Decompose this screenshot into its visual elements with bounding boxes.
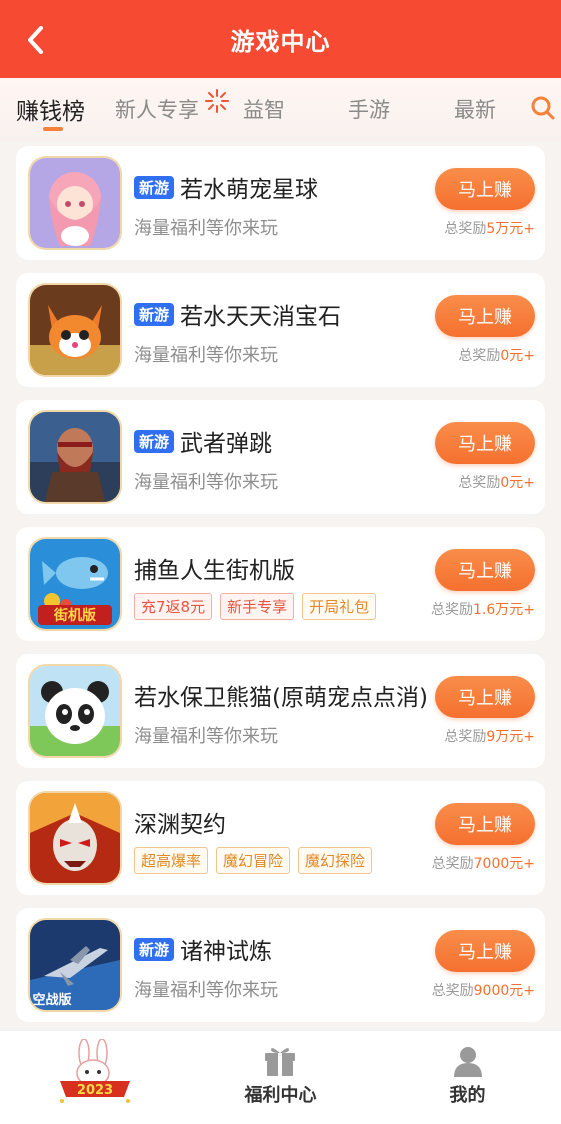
earn-now-button[interactable]: 马上赚 <box>435 930 535 972</box>
tab-mobile-games[interactable]: 手游 <box>348 94 390 124</box>
earn-now-button[interactable]: 马上赚 <box>435 803 535 845</box>
game-title: 深渊契约 <box>134 812 226 838</box>
game-title: 武者弹跳 <box>180 431 273 457</box>
tag: 开局礼包 <box>302 593 377 620</box>
svg-text:2023: 2023 <box>77 1083 113 1098</box>
game-title: 若水萌宠星球 <box>180 177 319 203</box>
game-icon-warrior <box>30 412 120 502</box>
game-title: 诸神试炼 <box>180 939 273 965</box>
game-title: 若水天天消宝石 <box>180 304 342 330</box>
search-icon[interactable] <box>530 95 556 121</box>
nav-item-profile[interactable]: 我的 <box>374 1031 561 1124</box>
total-reward: 总奖励0元+ <box>458 475 535 491</box>
tag: 魔幻探险 <box>298 847 373 874</box>
game-title: 捕鱼人生街机版 <box>134 558 295 584</box>
tab-earn-ranking[interactable]: 赚钱榜 <box>16 92 85 126</box>
svg-text:空战版: 空战版 <box>32 992 71 1008</box>
game-icon-jet: 空战版 <box>30 920 120 1010</box>
game-subtitle: 海量福利等你来玩 <box>134 980 278 1001</box>
game-card[interactable]: 新游 武者弹跳 海量福利等你来玩 马上赚 总奖励0元+ <box>16 400 545 514</box>
total-reward: 总奖励7000元+ <box>431 856 535 872</box>
tab-latest[interactable]: 最新 <box>454 94 496 124</box>
game-title: 若水保卫熊猫(原萌宠点点消) <box>134 685 428 711</box>
game-subtitle: 海量福利等你来玩 <box>134 218 278 239</box>
category-tabs: 赚钱榜 新人专享 益智 手游 最新 <box>0 78 561 142</box>
tab-newcomer[interactable]: 新人专享 <box>115 94 199 124</box>
total-reward: 总奖励5万元+ <box>444 221 535 237</box>
earn-now-button[interactable]: 马上赚 <box>435 676 535 718</box>
game-icon-fishing: 街机版 <box>30 539 120 629</box>
total-reward: 总奖励1.6万元+ <box>431 602 535 618</box>
tab-puzzle[interactable]: 益智 <box>243 94 285 124</box>
bottom-nav: 2023 福利中心 我的 <box>0 1030 561 1124</box>
gift-icon <box>265 1048 295 1076</box>
rabbit-2023-icon: 2023 <box>60 1039 130 1103</box>
earn-now-button[interactable]: 马上赚 <box>435 549 535 591</box>
new-game-badge: 新游 <box>134 302 175 326</box>
back-arrow-icon <box>28 26 43 54</box>
game-subtitle: 海量福利等你来玩 <box>134 472 278 493</box>
earn-now-button[interactable]: 马上赚 <box>435 422 535 464</box>
new-game-badge: 新游 <box>134 429 175 453</box>
tag: 充7返8元 <box>134 593 213 620</box>
game-card[interactable]: 新游 若水天天消宝石 海量福利等你来玩 马上赚 总奖励0元+ <box>16 273 545 387</box>
game-card[interactable]: 若水保卫熊猫(原萌宠点点消) 海量福利等你来玩 马上赚 总奖励9万元+ <box>16 654 545 768</box>
game-card[interactable]: 新游 若水萌宠星球 海量福利等你来玩 马上赚 总奖励5万元+ <box>16 146 545 260</box>
game-card[interactable]: 街机版 捕鱼人生街机版 充7返8元 新手专享 开局礼包 马上赚 总奖励1.6万元… <box>16 527 545 641</box>
total-reward: 总奖励9万元+ <box>444 729 535 745</box>
nav-item-welfare-center[interactable]: 福利中心 <box>187 1031 374 1124</box>
nav-item-game-center[interactable]: 2023 <box>0 1031 187 1124</box>
user-icon <box>454 1047 482 1077</box>
game-subtitle: 海量福利等你来玩 <box>134 345 278 366</box>
new-game-badge: 新游 <box>134 937 175 961</box>
game-icon-fox <box>30 285 120 375</box>
nav-label: 福利中心 <box>244 1085 317 1106</box>
header-bar: 游戏中心 <box>0 0 561 78</box>
game-tags: 充7返8元 新手专享 开局礼包 <box>134 593 377 620</box>
tag: 魔幻冒险 <box>216 847 291 874</box>
game-tags: 超高爆率 魔幻冒险 魔幻探险 <box>134 847 373 874</box>
page-title: 游戏中心 <box>230 27 331 56</box>
tag: 新手专享 <box>220 593 295 620</box>
nav-label: 我的 <box>449 1085 486 1106</box>
back-button[interactable] <box>16 20 56 60</box>
new-game-badge: 新游 <box>134 175 175 199</box>
active-tab-indicator <box>43 127 63 131</box>
game-icon-anime-girl <box>30 158 120 248</box>
svg-text:街机版: 街机版 <box>53 607 96 624</box>
game-icon-demon-hero <box>30 793 120 883</box>
earn-now-button[interactable]: 马上赚 <box>435 295 535 337</box>
game-card[interactable]: 空战版 新游 诸神试炼 海量福利等你来玩 马上赚 总奖励9000元+ <box>16 908 545 1022</box>
earn-now-button[interactable]: 马上赚 <box>435 168 535 210</box>
total-reward: 总奖励0元+ <box>458 348 535 364</box>
game-subtitle: 海量福利等你来玩 <box>134 726 278 747</box>
sparkle-icon <box>205 89 229 113</box>
game-icon-panda <box>30 666 120 756</box>
tag: 超高爆率 <box>134 847 209 874</box>
total-reward: 总奖励9000元+ <box>431 983 535 999</box>
game-card[interactable]: 深渊契约 超高爆率 魔幻冒险 魔幻探险 马上赚 总奖励7000元+ <box>16 781 545 895</box>
